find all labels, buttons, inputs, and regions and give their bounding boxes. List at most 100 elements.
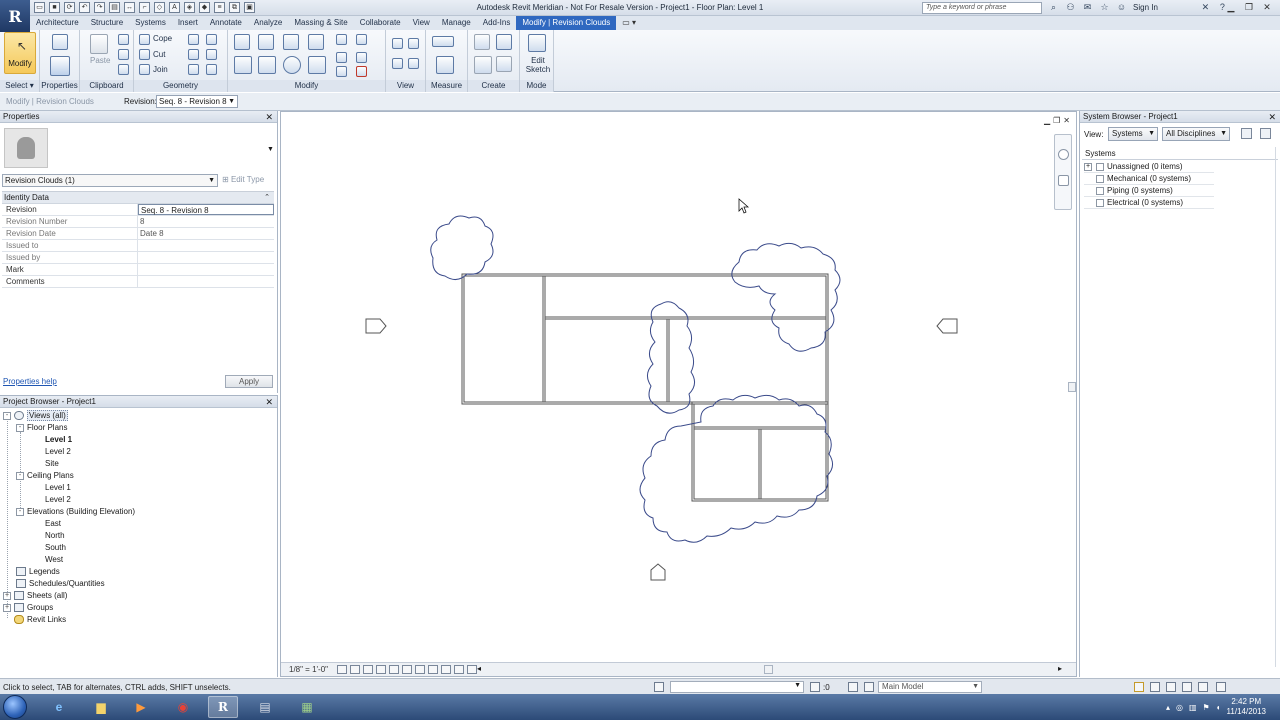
create-group-icon[interactable]: [474, 56, 492, 74]
property-row[interactable]: Comments: [2, 276, 274, 288]
create-similar-icon[interactable]: [496, 56, 512, 72]
panel-label-geometry[interactable]: Geometry: [134, 80, 227, 92]
select-links-icon[interactable]: [1134, 682, 1144, 692]
property-row[interactable]: Revision Number 8: [2, 216, 274, 228]
linework-icon[interactable]: [392, 58, 403, 69]
horizontal-scroll-thumb[interactable]: [764, 665, 773, 674]
media-player-icon[interactable]: ▶: [126, 696, 156, 718]
close-icon[interactable]: ✕: [265, 111, 273, 123]
system-row-unassigned[interactable]: + Unassigned (0 items): [1084, 161, 1214, 173]
remove-paint-icon[interactable]: [188, 64, 199, 75]
camtasia-icon[interactable]: ▦: [292, 696, 322, 718]
elevation-marker-west[interactable]: [365, 318, 387, 334]
ribbon-minimize-icon[interactable]: ▭ ▾: [616, 16, 642, 30]
panel-label-mode[interactable]: Mode: [520, 80, 553, 92]
expand-icon[interactable]: +: [3, 591, 11, 600]
select-by-face-icon[interactable]: [1182, 682, 1192, 692]
property-row[interactable]: Issued to: [2, 240, 274, 252]
panel-label-modify[interactable]: Modify: [228, 80, 385, 92]
detail-level-icon[interactable]: [337, 665, 347, 674]
cut-icon[interactable]: [118, 34, 129, 45]
tree-item-schedules[interactable]: Schedules/Quantities: [16, 578, 105, 590]
reveal-constraints-icon[interactable]: [467, 665, 477, 674]
collapse-icon[interactable]: -: [16, 507, 24, 516]
tree-item-sheets[interactable]: + Sheets (all): [3, 590, 67, 602]
property-value[interactable]: [138, 264, 274, 275]
cut-geometry-icon[interactable]: [139, 49, 150, 60]
close-icon[interactable]: ✕: [1268, 111, 1276, 123]
property-row[interactable]: Revision Seq. 8 - Revision 8: [2, 204, 274, 216]
drag-elements-icon[interactable]: [1198, 682, 1208, 692]
tab-systems[interactable]: Systems: [129, 16, 172, 30]
revit-taskbar-icon[interactable]: R: [208, 696, 238, 718]
properties-help-link[interactable]: Properties help: [3, 377, 57, 386]
workset-select[interactable]: ▼: [670, 681, 804, 693]
panel-label-select[interactable]: Select ▾: [0, 80, 39, 92]
view-options-icon[interactable]: [408, 58, 419, 69]
collapse-icon[interactable]: -: [3, 411, 11, 420]
split-icon[interactable]: [336, 34, 347, 45]
main-model-icon[interactable]: [864, 682, 874, 692]
file-explorer-icon[interactable]: ▆: [86, 696, 116, 718]
system-view-select[interactable]: Systems ▼: [1108, 127, 1158, 141]
tab-massing-site[interactable]: Massing & Site: [288, 16, 353, 30]
cope-icon[interactable]: [139, 34, 150, 45]
autofit-columns-icon[interactable]: [1260, 128, 1271, 139]
flag-icon[interactable]: ⚑: [1203, 703, 1210, 712]
tab-view[interactable]: View: [407, 16, 436, 30]
tab-insert[interactable]: Insert: [172, 16, 204, 30]
tree-item-legends[interactable]: Legends: [16, 566, 60, 578]
communication-icon[interactable]: ✉: [1082, 2, 1093, 13]
tree-item-site[interactable]: Site: [45, 458, 59, 470]
editing-requests-icon[interactable]: [810, 682, 820, 692]
tree-item-floor-plan-level-1[interactable]: Level 1: [45, 434, 72, 446]
chrome-icon[interactable]: ◉: [168, 696, 198, 718]
expand-icon[interactable]: +: [1084, 163, 1092, 171]
tree-item-revit-links[interactable]: Revit Links: [14, 614, 66, 626]
paint-icon[interactable]: [206, 34, 217, 45]
tab-structure[interactable]: Structure: [85, 16, 129, 30]
sign-in-link[interactable]: Sign In: [1133, 3, 1158, 12]
visual-style-icon[interactable]: [350, 665, 360, 674]
offset-icon[interactable]: [258, 34, 274, 50]
highlight-displacement-icon[interactable]: [454, 665, 464, 674]
revision-cloud[interactable]: [639, 394, 833, 543]
tray-arrow-icon[interactable]: ▴: [1166, 703, 1170, 712]
tab-architecture[interactable]: Architecture: [30, 16, 85, 30]
volume-icon[interactable]: ◖: [1216, 703, 1221, 712]
panel-label-clipboard[interactable]: Clipboard: [80, 80, 133, 92]
elevation-marker-south[interactable]: [650, 563, 666, 581]
restore-icon[interactable]: ❐: [1240, 0, 1258, 14]
binoculars-icon[interactable]: ⌕: [1048, 2, 1059, 13]
design-option-select[interactable]: Main Model ▼: [878, 681, 982, 693]
collapse-icon[interactable]: ⌃: [264, 192, 270, 204]
thin-lines-icon[interactable]: ≡: [214, 2, 225, 13]
tree-item-views[interactable]: - Views (all): [3, 410, 68, 422]
tree-item-floor-plans[interactable]: - Floor Plans: [16, 422, 67, 434]
tree-item-ceiling-plans[interactable]: - Ceiling Plans: [16, 470, 74, 482]
property-group-identity-data[interactable]: Identity Data ⌃: [2, 192, 274, 204]
start-button[interactable]: [3, 695, 27, 719]
revision-select[interactable]: Seq. 8 - Revision 8 ▼: [156, 95, 238, 108]
show-crop-icon[interactable]: [402, 665, 412, 674]
split-face-icon[interactable]: [188, 34, 199, 45]
panel-label-create[interactable]: Create: [468, 80, 519, 92]
revision-cloud[interactable]: [430, 215, 494, 280]
measure-tool-icon[interactable]: [432, 36, 454, 47]
sync-icon[interactable]: ⟳: [64, 2, 75, 13]
undo-icon[interactable]: ↶: [79, 2, 90, 13]
chevron-down-icon[interactable]: ▼: [267, 146, 274, 153]
scroll-right-icon[interactable]: ▸: [1058, 664, 1062, 673]
join-icon[interactable]: [139, 64, 150, 75]
property-row[interactable]: Revision Date Date 8: [2, 228, 274, 240]
column-settings-icon[interactable]: [1241, 128, 1252, 139]
close-icon[interactable]: ✕: [265, 396, 273, 408]
panel-label-view[interactable]: View: [386, 80, 425, 92]
tab-annotate[interactable]: Annotate: [204, 16, 248, 30]
panel-label-measure[interactable]: Measure: [426, 80, 467, 92]
application-menu-button[interactable]: R: [0, 0, 30, 32]
close-icon[interactable]: ✕: [1258, 0, 1276, 14]
collapse-icon[interactable]: -: [16, 471, 24, 480]
match-type-icon[interactable]: [118, 64, 129, 75]
panel-label-properties[interactable]: Properties: [40, 80, 79, 92]
